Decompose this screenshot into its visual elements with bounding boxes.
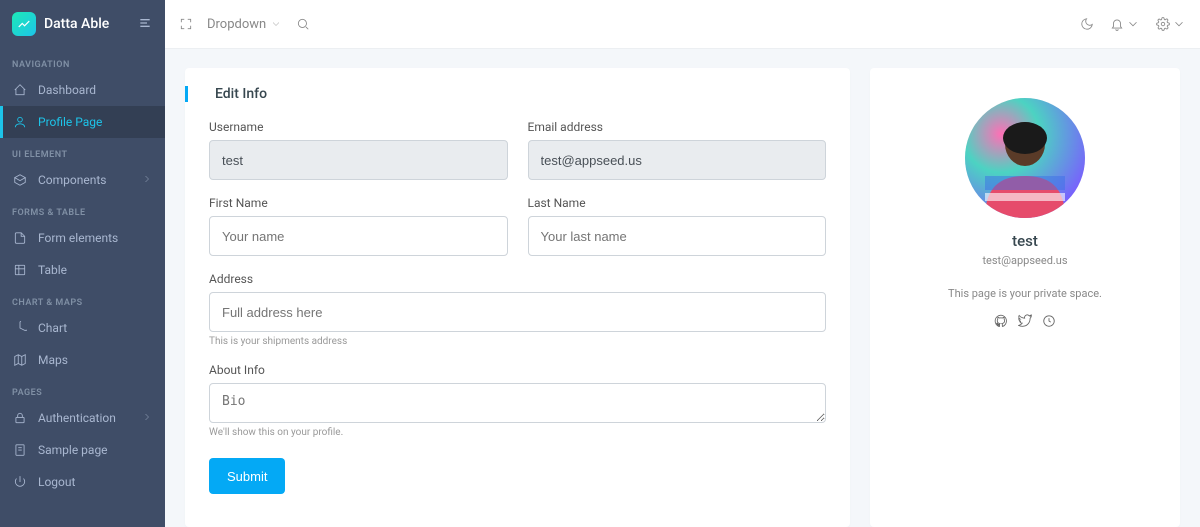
sidebar-item-label: Dashboard — [38, 83, 153, 97]
notifications-icon[interactable] — [1110, 17, 1140, 31]
map-icon — [12, 352, 28, 368]
chevron-down-icon — [1172, 17, 1186, 31]
chevron-right-icon — [141, 411, 153, 426]
username-label: Username — [209, 120, 508, 134]
pie-icon — [12, 320, 28, 336]
profile-card: test test@appseed.us This page is your p… — [870, 68, 1180, 527]
about-input[interactable] — [209, 383, 826, 423]
lastname-label: Last Name — [528, 196, 827, 210]
nav-section-label: PAGES — [0, 376, 165, 402]
lock-icon — [12, 410, 28, 426]
power-icon — [12, 474, 28, 490]
sidebar-item-label: Form elements — [38, 231, 153, 245]
box-icon — [12, 172, 28, 188]
brand-row: Datta Able — [0, 0, 165, 48]
lastname-input[interactable] — [528, 216, 827, 256]
sidebar-item-chart[interactable]: Chart — [0, 312, 165, 344]
sidebar-item-sample-page[interactable]: Sample page — [0, 434, 165, 466]
github-icon[interactable] — [994, 314, 1008, 332]
address-hint: This is your shipments address — [209, 336, 826, 347]
sidebar-item-dashboard[interactable]: Dashboard — [0, 74, 165, 106]
profile-email: test@appseed.us — [890, 254, 1160, 267]
address-input[interactable] — [209, 292, 826, 332]
profile-socials — [890, 314, 1160, 332]
chevron-right-icon — [141, 173, 153, 188]
sidebar-item-label: Profile Page — [38, 115, 153, 129]
submit-button[interactable]: Submit — [209, 458, 285, 494]
chevron-down-icon — [1126, 17, 1140, 31]
nav-section-label: UI ELEMENT — [0, 138, 165, 164]
profile-name: test — [890, 232, 1160, 250]
sidebar-item-label: Logout — [38, 475, 153, 489]
user-icon — [12, 114, 28, 130]
sidebar-item-table[interactable]: Table — [0, 254, 165, 286]
sidebar-item-label: Sample page — [38, 443, 153, 457]
nav-section-label: NAVIGATION — [0, 48, 165, 74]
sidebar-item-components[interactable]: Components — [0, 164, 165, 196]
sidebar-item-authentication[interactable]: Authentication — [0, 402, 165, 434]
sidebar-item-maps[interactable]: Maps — [0, 344, 165, 376]
header-dropdown-label: Dropdown — [207, 17, 266, 32]
nav-section-label: CHART & MAPS — [0, 286, 165, 312]
clock-icon[interactable] — [1042, 314, 1056, 332]
nav-section-label: FORMS & TABLE — [0, 196, 165, 222]
theme-toggle-icon[interactable] — [1080, 17, 1094, 31]
top-header: Dropdown — [165, 0, 1200, 48]
sidebar-item-label: Components — [38, 173, 141, 187]
email-label: Email address — [528, 120, 827, 134]
sidebar-item-logout[interactable]: Logout — [0, 466, 165, 498]
sidebar-item-label: Table — [38, 263, 153, 277]
table-icon — [12, 262, 28, 278]
page-icon — [12, 442, 28, 458]
settings-icon[interactable] — [1156, 17, 1186, 31]
brand-logo[interactable] — [12, 12, 36, 36]
address-label: Address — [209, 272, 826, 286]
file-icon — [12, 230, 28, 246]
twitter-icon[interactable] — [1018, 314, 1032, 332]
username-input[interactable] — [209, 140, 508, 180]
about-hint: We'll show this on your profile. — [209, 427, 826, 438]
profile-note: This page is your private space. — [890, 287, 1160, 300]
home-icon — [12, 82, 28, 98]
fullscreen-icon[interactable] — [179, 17, 193, 31]
sidebar-item-label: Authentication — [38, 411, 141, 425]
firstname-label: First Name — [209, 196, 508, 210]
sidebar: Datta Able NAVIGATION Dashboard Profile Pa… — [0, 0, 165, 527]
avatar — [965, 98, 1085, 218]
sidebar-item-form-elements[interactable]: Form elements — [0, 222, 165, 254]
sidebar-item-label: Maps — [38, 353, 153, 367]
sidebar-item-profile-page[interactable]: Profile Page — [0, 106, 165, 138]
sidebar-collapse-icon[interactable] — [137, 15, 153, 34]
edit-info-card: Edit Info Username Email address First N… — [185, 68, 850, 527]
header-dropdown[interactable]: Dropdown — [207, 17, 282, 32]
chevron-down-icon — [270, 18, 282, 30]
brand-name: Datta Able — [44, 16, 137, 32]
search-icon[interactable] — [296, 17, 310, 31]
firstname-input[interactable] — [209, 216, 508, 256]
about-label: About Info — [209, 363, 826, 377]
card-title: Edit Info — [209, 86, 826, 102]
email-input[interactable] — [528, 140, 827, 180]
sidebar-item-label: Chart — [38, 321, 153, 335]
